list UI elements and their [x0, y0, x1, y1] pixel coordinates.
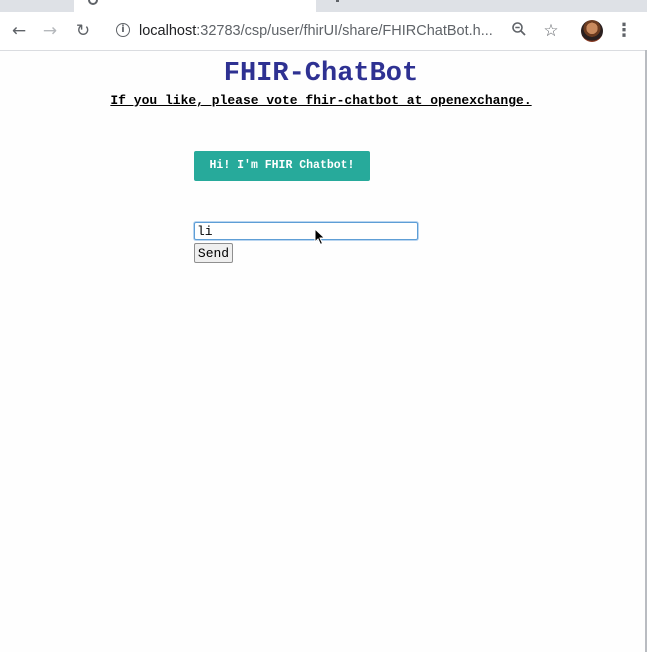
- bot-message: Hi! I'm FHIR Chatbot!: [194, 151, 370, 181]
- page-content: FHIR-ChatBot If you like, please vote fh…: [0, 51, 645, 652]
- tab-loading-icon: [88, 0, 98, 5]
- info-icon[interactable]: i: [116, 23, 130, 37]
- mouse-pointer-icon: [314, 228, 326, 246]
- zoom-icon[interactable]: [509, 21, 529, 41]
- page-title: FHIR-ChatBot: [223, 59, 419, 89]
- url-path: :32783/csp/user/fhirUI/share/FHIRChatBot…: [196, 23, 493, 39]
- bookmark-star-icon[interactable]: ☆: [541, 21, 561, 41]
- reload-icon[interactable]: ↻: [71, 19, 95, 43]
- other-tab-fragment[interactable]: [336, 0, 339, 2]
- back-icon[interactable]: ←: [7, 19, 31, 43]
- send-button[interactable]: Send: [194, 243, 233, 263]
- menu-dots-icon[interactable]: ⋮: [614, 19, 634, 43]
- browser-window: ← → ↻ i localhost:32783/csp/user/fhirUI/…: [0, 0, 647, 652]
- forward-icon[interactable]: →: [38, 19, 62, 43]
- vote-link[interactable]: If you like, please vote fhir-chatbot at…: [0, 93, 642, 109]
- profile-avatar[interactable]: [581, 20, 603, 42]
- address-bar[interactable]: i localhost:32783/csp/user/fhirUI/share/…: [107, 17, 577, 45]
- tab-strip: [0, 0, 647, 12]
- active-tab[interactable]: [74, 0, 316, 12]
- url-host: localhost: [139, 23, 197, 39]
- chat-input[interactable]: [194, 222, 418, 240]
- url-text[interactable]: localhost:32783/csp/user/fhirUI/share/FH…: [139, 21, 509, 41]
- browser-toolbar: ← → ↻ i localhost:32783/csp/user/fhirUI/…: [0, 12, 647, 51]
